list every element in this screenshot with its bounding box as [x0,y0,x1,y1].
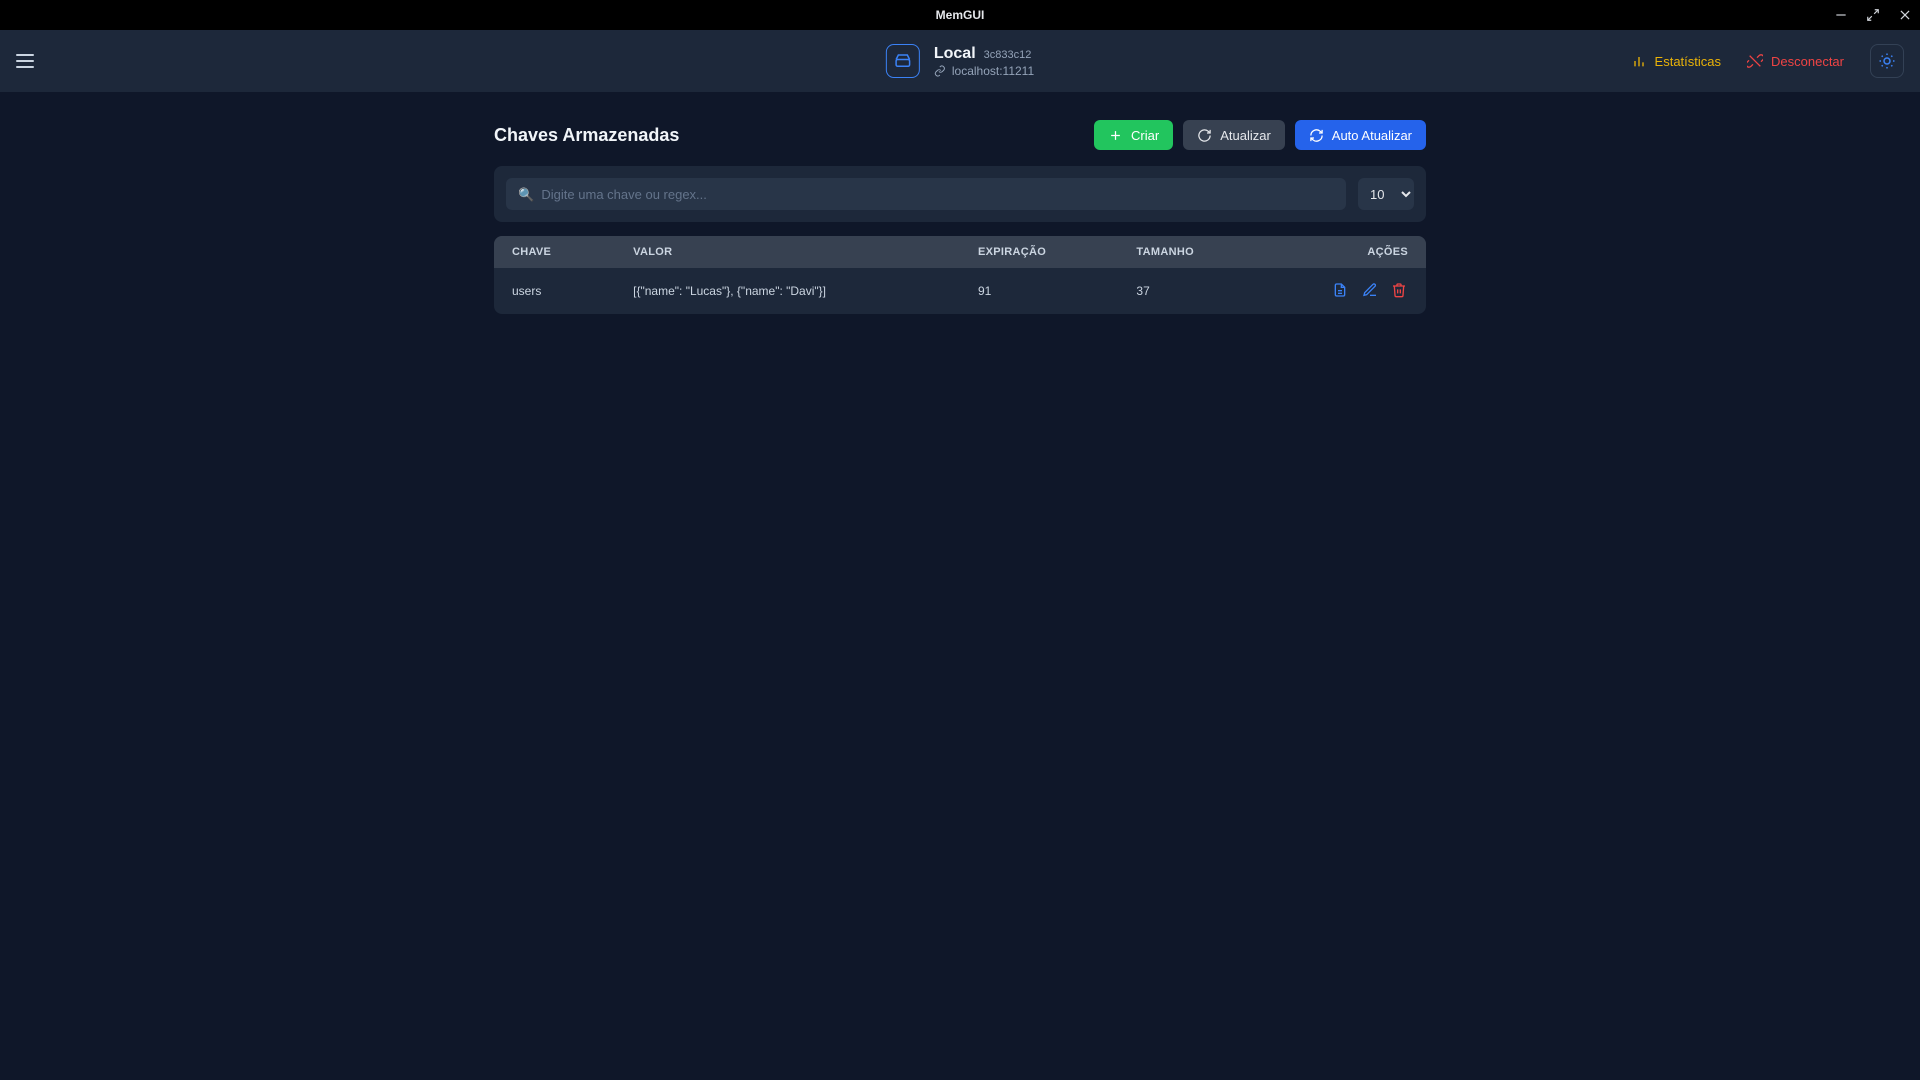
plus-icon [1108,128,1123,143]
edit-icon [1362,282,1378,298]
page-title: Chaves Armazenadas [494,125,679,146]
table-row: users [{"name": "Lucas"}, {"name": "Davi… [494,268,1426,314]
window-title: MemGUI [936,8,985,22]
window-close-button[interactable] [1898,8,1912,22]
server-icon-badge [886,44,920,78]
trash-icon [1391,282,1407,298]
maximize-icon [1866,8,1880,22]
window-titlebar: MemGUI [0,0,1920,30]
server-name: Local [934,45,976,63]
unlink-icon [1747,53,1763,69]
search-input-wrap [506,178,1346,210]
server-host: localhost:11211 [952,64,1034,78]
cell-tamanho: 37 [1118,268,1286,314]
col-tamanho: TAMANHO [1118,236,1286,268]
autorefresh-button[interactable]: Auto Atualizar [1295,120,1426,150]
app-header: Local 3c833c12 localhost:11211 Estatísti… [0,30,1920,92]
delete-action[interactable] [1390,281,1408,299]
stats-link[interactable]: Estatísticas [1631,53,1721,69]
edit-action[interactable] [1361,281,1379,299]
col-valor: VALOR [615,236,960,268]
theme-toggle-button[interactable] [1870,44,1904,78]
keys-table: CHAVE VALOR EXPIRAÇÃO TAMANHO AÇÕES user… [494,236,1426,314]
server-icon [894,52,912,70]
view-action[interactable] [1331,281,1349,299]
disconnect-link[interactable]: Desconectar [1747,53,1844,69]
cell-expiracao: 91 [960,268,1118,314]
file-icon [1332,282,1348,298]
refresh-label: Atualizar [1220,128,1271,143]
server-hash: 3c833c12 [984,49,1032,61]
cell-valor: [{"name": "Lucas"}, {"name": "Davi"}] [615,268,960,314]
disconnect-label: Desconectar [1771,54,1844,69]
bar-chart-icon [1631,53,1647,69]
server-info: Local 3c833c12 localhost:11211 [886,44,1034,78]
link-icon [934,65,946,77]
refresh-button[interactable]: Atualizar [1183,120,1285,150]
close-icon [1898,8,1912,22]
window-minimize-button[interactable] [1834,8,1848,22]
refresh-icon [1197,128,1212,143]
sun-icon [1878,52,1896,70]
create-label: Criar [1131,128,1159,143]
page-size-select[interactable]: 10 [1358,178,1414,210]
cell-acoes [1286,268,1426,314]
stats-label: Estatísticas [1655,54,1721,69]
keys-table-card: CHAVE VALOR EXPIRAÇÃO TAMANHO AÇÕES user… [494,236,1426,314]
search-input[interactable] [518,187,1334,202]
autorefresh-label: Auto Atualizar [1332,128,1412,143]
search-card: 10 [494,166,1426,222]
minimize-icon [1834,8,1848,22]
col-expiracao: EXPIRAÇÃO [960,236,1118,268]
auto-refresh-icon [1309,128,1324,143]
window-maximize-button[interactable] [1866,8,1880,22]
create-button[interactable]: Criar [1094,120,1173,150]
hamburger-icon [16,54,34,56]
col-acoes: AÇÕES [1286,236,1426,268]
col-chave: CHAVE [494,236,615,268]
menu-button[interactable] [16,51,36,71]
cell-chave: users [494,268,615,314]
